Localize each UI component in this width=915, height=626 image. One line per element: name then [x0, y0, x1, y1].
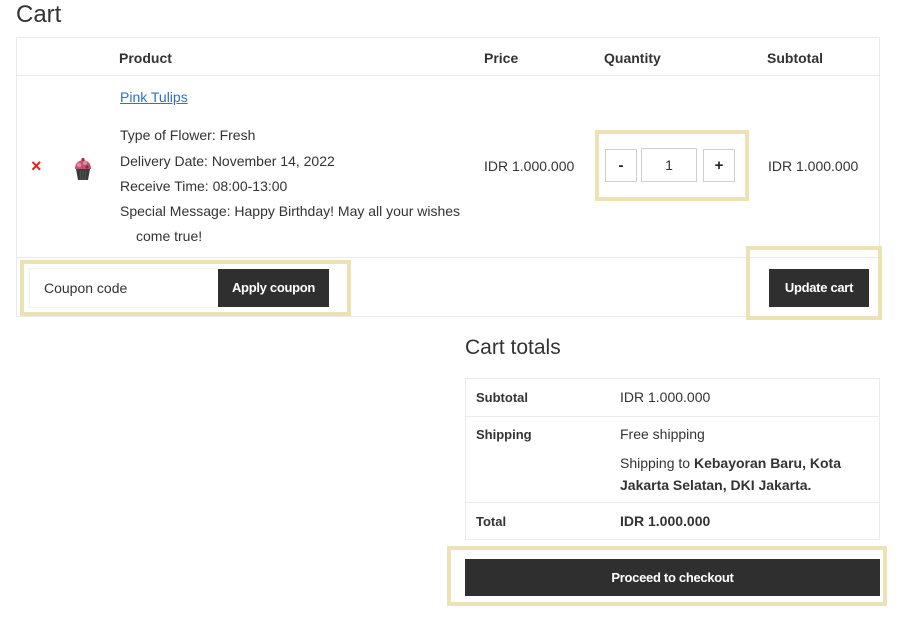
- column-header-subtotal: Subtotal: [767, 50, 823, 66]
- header-divider: [17, 75, 879, 76]
- shipping-method: Free shipping: [620, 426, 705, 442]
- totals-subtotal-label: Subtotal: [476, 390, 528, 405]
- cupcake-icon[interactable]: [71, 156, 95, 182]
- meta-flower-type-label: Type of Flower:: [120, 127, 216, 143]
- column-header-product: Product: [119, 50, 172, 66]
- meta-flower-type-value: Fresh: [219, 127, 256, 143]
- meta-delivery-date-value: November 14, 2022: [211, 152, 335, 169]
- page-title: Cart: [16, 1, 62, 28]
- update-cart-button[interactable]: Update cart: [769, 269, 869, 307]
- totals-subtotal-value: IDR 1.000.000: [620, 389, 711, 405]
- meta-special-message-value: Happy Birthday! May all your wishes: [234, 202, 461, 219]
- quantity-decrease-button[interactable]: -: [605, 149, 637, 182]
- column-header-quantity: Quantity: [604, 50, 661, 66]
- coupon-code-input[interactable]: [29, 268, 219, 308]
- product-meta: Type of Flower: Fresh Delivery Date: Nov…: [120, 126, 470, 249]
- product-name-link[interactable]: Pink Tulips: [120, 89, 188, 105]
- quantity-increase-button[interactable]: +: [703, 149, 735, 182]
- cart-totals-table: Subtotal IDR 1.000.000 Shipping Free shi…: [465, 378, 880, 540]
- meta-special-message-label: Special Message:: [120, 202, 231, 219]
- apply-coupon-button[interactable]: Apply coupon: [218, 269, 329, 307]
- quantity-input[interactable]: [641, 148, 697, 182]
- totals-divider: [466, 416, 879, 417]
- meta-receive-time-label: Receive Time:: [120, 178, 209, 194]
- proceed-to-checkout-button[interactable]: Proceed to checkout: [465, 559, 880, 596]
- column-header-price: Price: [484, 50, 519, 66]
- meta-delivery-date-label: Delivery Date:: [120, 152, 208, 169]
- shipping-destination: Shipping to Kebayoran Baru, Kota Jakarta…: [620, 452, 860, 496]
- totals-divider: [466, 502, 879, 503]
- meta-special-message: Special Message: Happy Birthday! May all…: [120, 199, 470, 249]
- cart-totals-title: Cart totals: [465, 336, 561, 359]
- totals-total-label: Total: [476, 514, 507, 529]
- shipping-to-prefix: Shipping to: [620, 455, 691, 471]
- totals-total-value: IDR 1.000.000: [620, 513, 711, 529]
- item-price: IDR 1.000.000: [484, 158, 575, 174]
- meta-receive-time-value: 08:00-13:00: [212, 178, 288, 194]
- item-subtotal: IDR 1.000.000: [768, 158, 859, 174]
- cart-table: Product Price Quantity Subtotal × Pink T…: [16, 37, 882, 320]
- meta-delivery-date: Delivery Date: November 14, 2022: [120, 152, 470, 178]
- meta-special-message-continuation: come true!: [136, 227, 203, 244]
- totals-shipping-label: Shipping: [476, 427, 532, 442]
- remove-item-icon[interactable]: ×: [31, 156, 42, 176]
- meta-flower-type: Type of Flower: Fresh: [120, 126, 470, 152]
